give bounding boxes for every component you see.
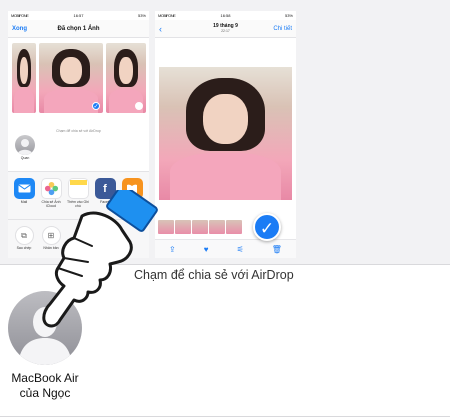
airdrop-hint-text: Chạm để chia sẻ với AirDrop [56,129,101,133]
share-app-mail[interactable]: Mail [13,178,35,204]
avatar [15,135,35,155]
nav-title: Đã chọn 1 Ảnh [57,25,100,32]
pointing-hand-icon [42,190,158,328]
copy-icon: ⧉ [14,226,34,245]
contact-name: Quan [20,156,30,160]
back-chevron-icon[interactable]: ‹ [159,24,162,34]
divider [0,416,450,417]
app-label: Mail [20,200,28,204]
nav-bar: ‹ 19 tháng 9 22:17 Chi tiết [155,20,296,38]
filmstrip-thumbnail[interactable] [192,220,208,234]
status-bar: MOBIFONE 16:58 53% [155,11,296,20]
done-button[interactable]: Xong [12,26,27,32]
mail-icon [13,178,35,199]
person-silhouette-icon [17,139,33,155]
status-time: 16:57 [73,13,84,18]
checkmark-badge-icon: ✓ [253,213,281,241]
checkmark-icon: ✓ [92,102,100,110]
heart-icon[interactable]: ♥ [204,245,209,254]
photo-thumbnail[interactable] [12,43,36,113]
unselected-circle-icon [135,102,143,110]
details-button[interactable]: Chi tiết [273,26,292,32]
filmstrip-thumbnail[interactable] [226,220,242,234]
filmstrip-thumbnail[interactable] [209,220,225,234]
copy-action[interactable]: ⧉ Sao chép [13,226,35,250]
trash-icon[interactable]: 🗑 [272,245,282,254]
selected-photo-thumbnail[interactable]: ✓ [39,43,103,113]
photo-picker-strip: ✓ [8,39,149,126]
status-bar: MOBIFONE 16:57 53% [8,11,149,20]
photo-thumbnail[interactable] [106,43,146,113]
status-time: 16:58 [220,13,231,18]
airdrop-contact-name: MacBook Air của Ngọc [11,371,79,400]
nav-bar: Xong Đã chọn 1 Ảnh [8,20,149,38]
main-photo[interactable] [159,67,292,200]
action-label: Sao chép [16,246,32,250]
airdrop-contact-small[interactable]: Quan [14,135,36,160]
edit-sliders-icon[interactable]: ⚟ [237,245,244,254]
